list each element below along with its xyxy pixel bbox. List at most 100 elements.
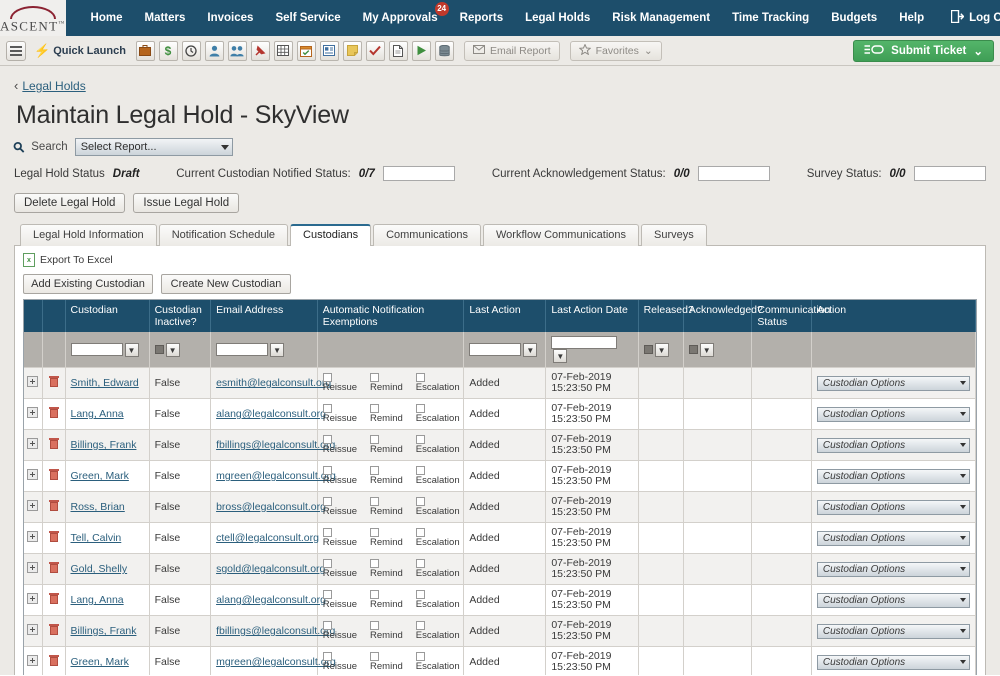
back-chevron-icon[interactable]: ‹ bbox=[14, 78, 18, 93]
exemption-remind-checkbox[interactable] bbox=[370, 528, 380, 537]
nav-item-my-approvals[interactable]: My Approvals 24 bbox=[352, 0, 449, 36]
play-icon[interactable] bbox=[411, 40, 431, 61]
table-row[interactable]: Ross, Brian False bross@legalconsult.org Re… bbox=[24, 491, 976, 523]
exemption-reissue-checkbox[interactable] bbox=[322, 652, 332, 661]
table-row[interactable]: Billings, Frank False fbillings@legalconsu… bbox=[24, 429, 976, 461]
nav-item-legal-holds[interactable]: Legal Holds bbox=[514, 0, 601, 36]
database-icon[interactable] bbox=[434, 40, 454, 61]
delete-row-icon[interactable] bbox=[48, 438, 59, 449]
delete-row-icon[interactable] bbox=[48, 624, 59, 635]
status-field-3[interactable] bbox=[913, 166, 986, 181]
filter-email-button[interactable]: ▼ bbox=[270, 342, 285, 357]
email-link[interactable]: alang@legalconsult.org bbox=[216, 408, 326, 420]
exemption-reissue-checkbox[interactable] bbox=[322, 435, 332, 444]
status-field-1[interactable] bbox=[382, 166, 456, 181]
header-acknowledged[interactable]: Acknowledged? bbox=[683, 300, 763, 332]
calendar-icon[interactable] bbox=[296, 40, 316, 61]
briefcase-icon[interactable] bbox=[135, 40, 155, 61]
filter-custodian-button[interactable]: ▼ bbox=[124, 342, 139, 357]
email-link[interactable]: mgreen@legalconsult.org bbox=[216, 656, 336, 668]
exemption-reissue-checkbox[interactable] bbox=[322, 466, 332, 475]
delete-row-icon[interactable] bbox=[48, 531, 59, 542]
add-existing-custodian-button[interactable]: Add Existing Custodian bbox=[23, 274, 153, 294]
expand-row-icon[interactable] bbox=[27, 655, 39, 666]
nav-item-invoices[interactable]: Invoices bbox=[196, 0, 264, 36]
nav-item-risk-management[interactable]: Risk Management bbox=[601, 0, 721, 36]
exemption-remind-checkbox[interactable] bbox=[370, 404, 380, 413]
header-communication-status[interactable]: Communication Status bbox=[751, 300, 830, 332]
expand-row-icon[interactable] bbox=[27, 376, 39, 387]
exemption-escalation-checkbox[interactable] bbox=[415, 373, 425, 382]
exemption-escalation-checkbox[interactable] bbox=[415, 528, 425, 537]
filter-last-action-date-input[interactable] bbox=[551, 336, 618, 349]
expand-row-icon[interactable] bbox=[27, 500, 39, 511]
email-link[interactable]: esmith@legalconsult.org bbox=[216, 377, 331, 389]
email-link[interactable]: sgold@legalconsult.org bbox=[216, 563, 325, 575]
email-link[interactable]: fbillings@legalconsult.org bbox=[216, 625, 335, 637]
tab-custodians[interactable]: Custodians bbox=[290, 224, 372, 246]
tab-surveys[interactable]: Surveys bbox=[641, 224, 707, 246]
exemption-escalation-checkbox[interactable] bbox=[415, 404, 425, 413]
delete-row-icon[interactable] bbox=[48, 407, 59, 418]
custodian-link[interactable]: Green, Mark bbox=[71, 470, 129, 482]
email-link[interactable]: fbillings@legalconsult.org bbox=[216, 439, 335, 451]
custodian-link[interactable]: Lang, Anna bbox=[71, 408, 124, 420]
filter-custodian-input[interactable] bbox=[70, 343, 123, 356]
delete-row-icon[interactable] bbox=[48, 376, 59, 387]
email-link[interactable]: mgreen@legalconsult.org bbox=[216, 470, 336, 482]
nav-item-help[interactable]: Help bbox=[888, 0, 935, 36]
filter-inactive-button[interactable]: ▼ bbox=[165, 342, 180, 357]
chevron-down-icon[interactable]: ⌄ bbox=[973, 44, 983, 58]
nav-item-reports[interactable]: Reports bbox=[449, 0, 514, 36]
clock-icon[interactable] bbox=[181, 40, 201, 61]
custodian-options-dropdown[interactable]: Custodian Options bbox=[816, 468, 970, 484]
check-icon[interactable] bbox=[365, 40, 385, 61]
status-field-2[interactable] bbox=[697, 166, 771, 181]
exemption-reissue-checkbox[interactable] bbox=[322, 528, 332, 537]
delete-row-icon[interactable] bbox=[48, 655, 59, 666]
tab-workflow-communications[interactable]: Workflow Communications bbox=[483, 224, 640, 246]
nav-item-matters[interactable]: Matters bbox=[134, 0, 197, 36]
header-last-action[interactable]: Last Action bbox=[463, 300, 547, 332]
custodian-options-dropdown[interactable]: Custodian Options bbox=[816, 375, 970, 391]
custodian-options-dropdown[interactable]: Custodian Options bbox=[816, 530, 970, 546]
custodian-link[interactable]: Green, Mark bbox=[71, 656, 129, 668]
custodian-options-dropdown[interactable]: Custodian Options bbox=[816, 437, 970, 453]
note-icon[interactable] bbox=[342, 40, 362, 61]
delete-legal-hold-button[interactable]: Delete Legal Hold bbox=[14, 193, 126, 213]
favorites-button[interactable]: Favorites ⌄ bbox=[569, 40, 662, 61]
exemption-reissue-checkbox[interactable] bbox=[322, 404, 332, 413]
ascent-logo[interactable]: ASCENT™ bbox=[0, 0, 66, 36]
header-custodian-inactive[interactable]: Custodian Inactive? bbox=[149, 300, 212, 332]
header-released[interactable]: Released? bbox=[638, 300, 694, 332]
exemption-escalation-checkbox[interactable] bbox=[415, 621, 425, 630]
exemption-remind-checkbox[interactable] bbox=[370, 373, 380, 382]
exemption-remind-checkbox[interactable] bbox=[370, 652, 380, 661]
filter-last-action-date-button[interactable]: ▼ bbox=[553, 349, 568, 363]
expand-row-icon[interactable] bbox=[27, 469, 39, 480]
nav-item-budgets[interactable]: Budgets bbox=[820, 0, 888, 36]
custodian-options-dropdown[interactable]: Custodian Options bbox=[816, 499, 970, 515]
delete-row-icon[interactable] bbox=[48, 469, 59, 480]
custodian-link[interactable]: Gold, Shelly bbox=[71, 563, 128, 575]
custodian-link[interactable]: Tell, Calvin bbox=[71, 532, 122, 544]
header-action[interactable]: Action bbox=[811, 300, 976, 332]
expand-row-icon[interactable] bbox=[27, 562, 39, 573]
exemption-remind-checkbox[interactable] bbox=[370, 497, 380, 506]
exemption-escalation-checkbox[interactable] bbox=[415, 652, 425, 661]
email-report-button[interactable]: Email Report bbox=[463, 40, 560, 61]
submit-ticket-button[interactable]: Submit Ticket ⌄ bbox=[853, 39, 994, 62]
nav-item-time-tracking[interactable]: Time Tracking bbox=[721, 0, 820, 36]
pushpin-icon[interactable] bbox=[250, 40, 270, 61]
header-automatic-notification-exemptions[interactable]: Automatic Notification Exemptions bbox=[317, 300, 465, 332]
filter-released-checkbox[interactable] bbox=[643, 345, 653, 354]
dollar-icon[interactable]: $ bbox=[158, 40, 178, 61]
email-link[interactable]: alang@legalconsult.org bbox=[216, 594, 326, 606]
export-to-excel-button[interactable]: x Export To Excel bbox=[23, 253, 977, 267]
person-icon[interactable] bbox=[204, 40, 224, 61]
table-row[interactable]: Gold, Shelly False sgold@legalconsult.org R… bbox=[24, 553, 976, 585]
breadcrumb-legal-holds-link[interactable]: Legal Holds bbox=[22, 79, 85, 93]
exemption-reissue-checkbox[interactable] bbox=[322, 497, 332, 506]
table-row[interactable]: Smith, Edward False esmith@legalconsult.or… bbox=[24, 367, 976, 399]
delete-row-icon[interactable] bbox=[48, 500, 59, 511]
